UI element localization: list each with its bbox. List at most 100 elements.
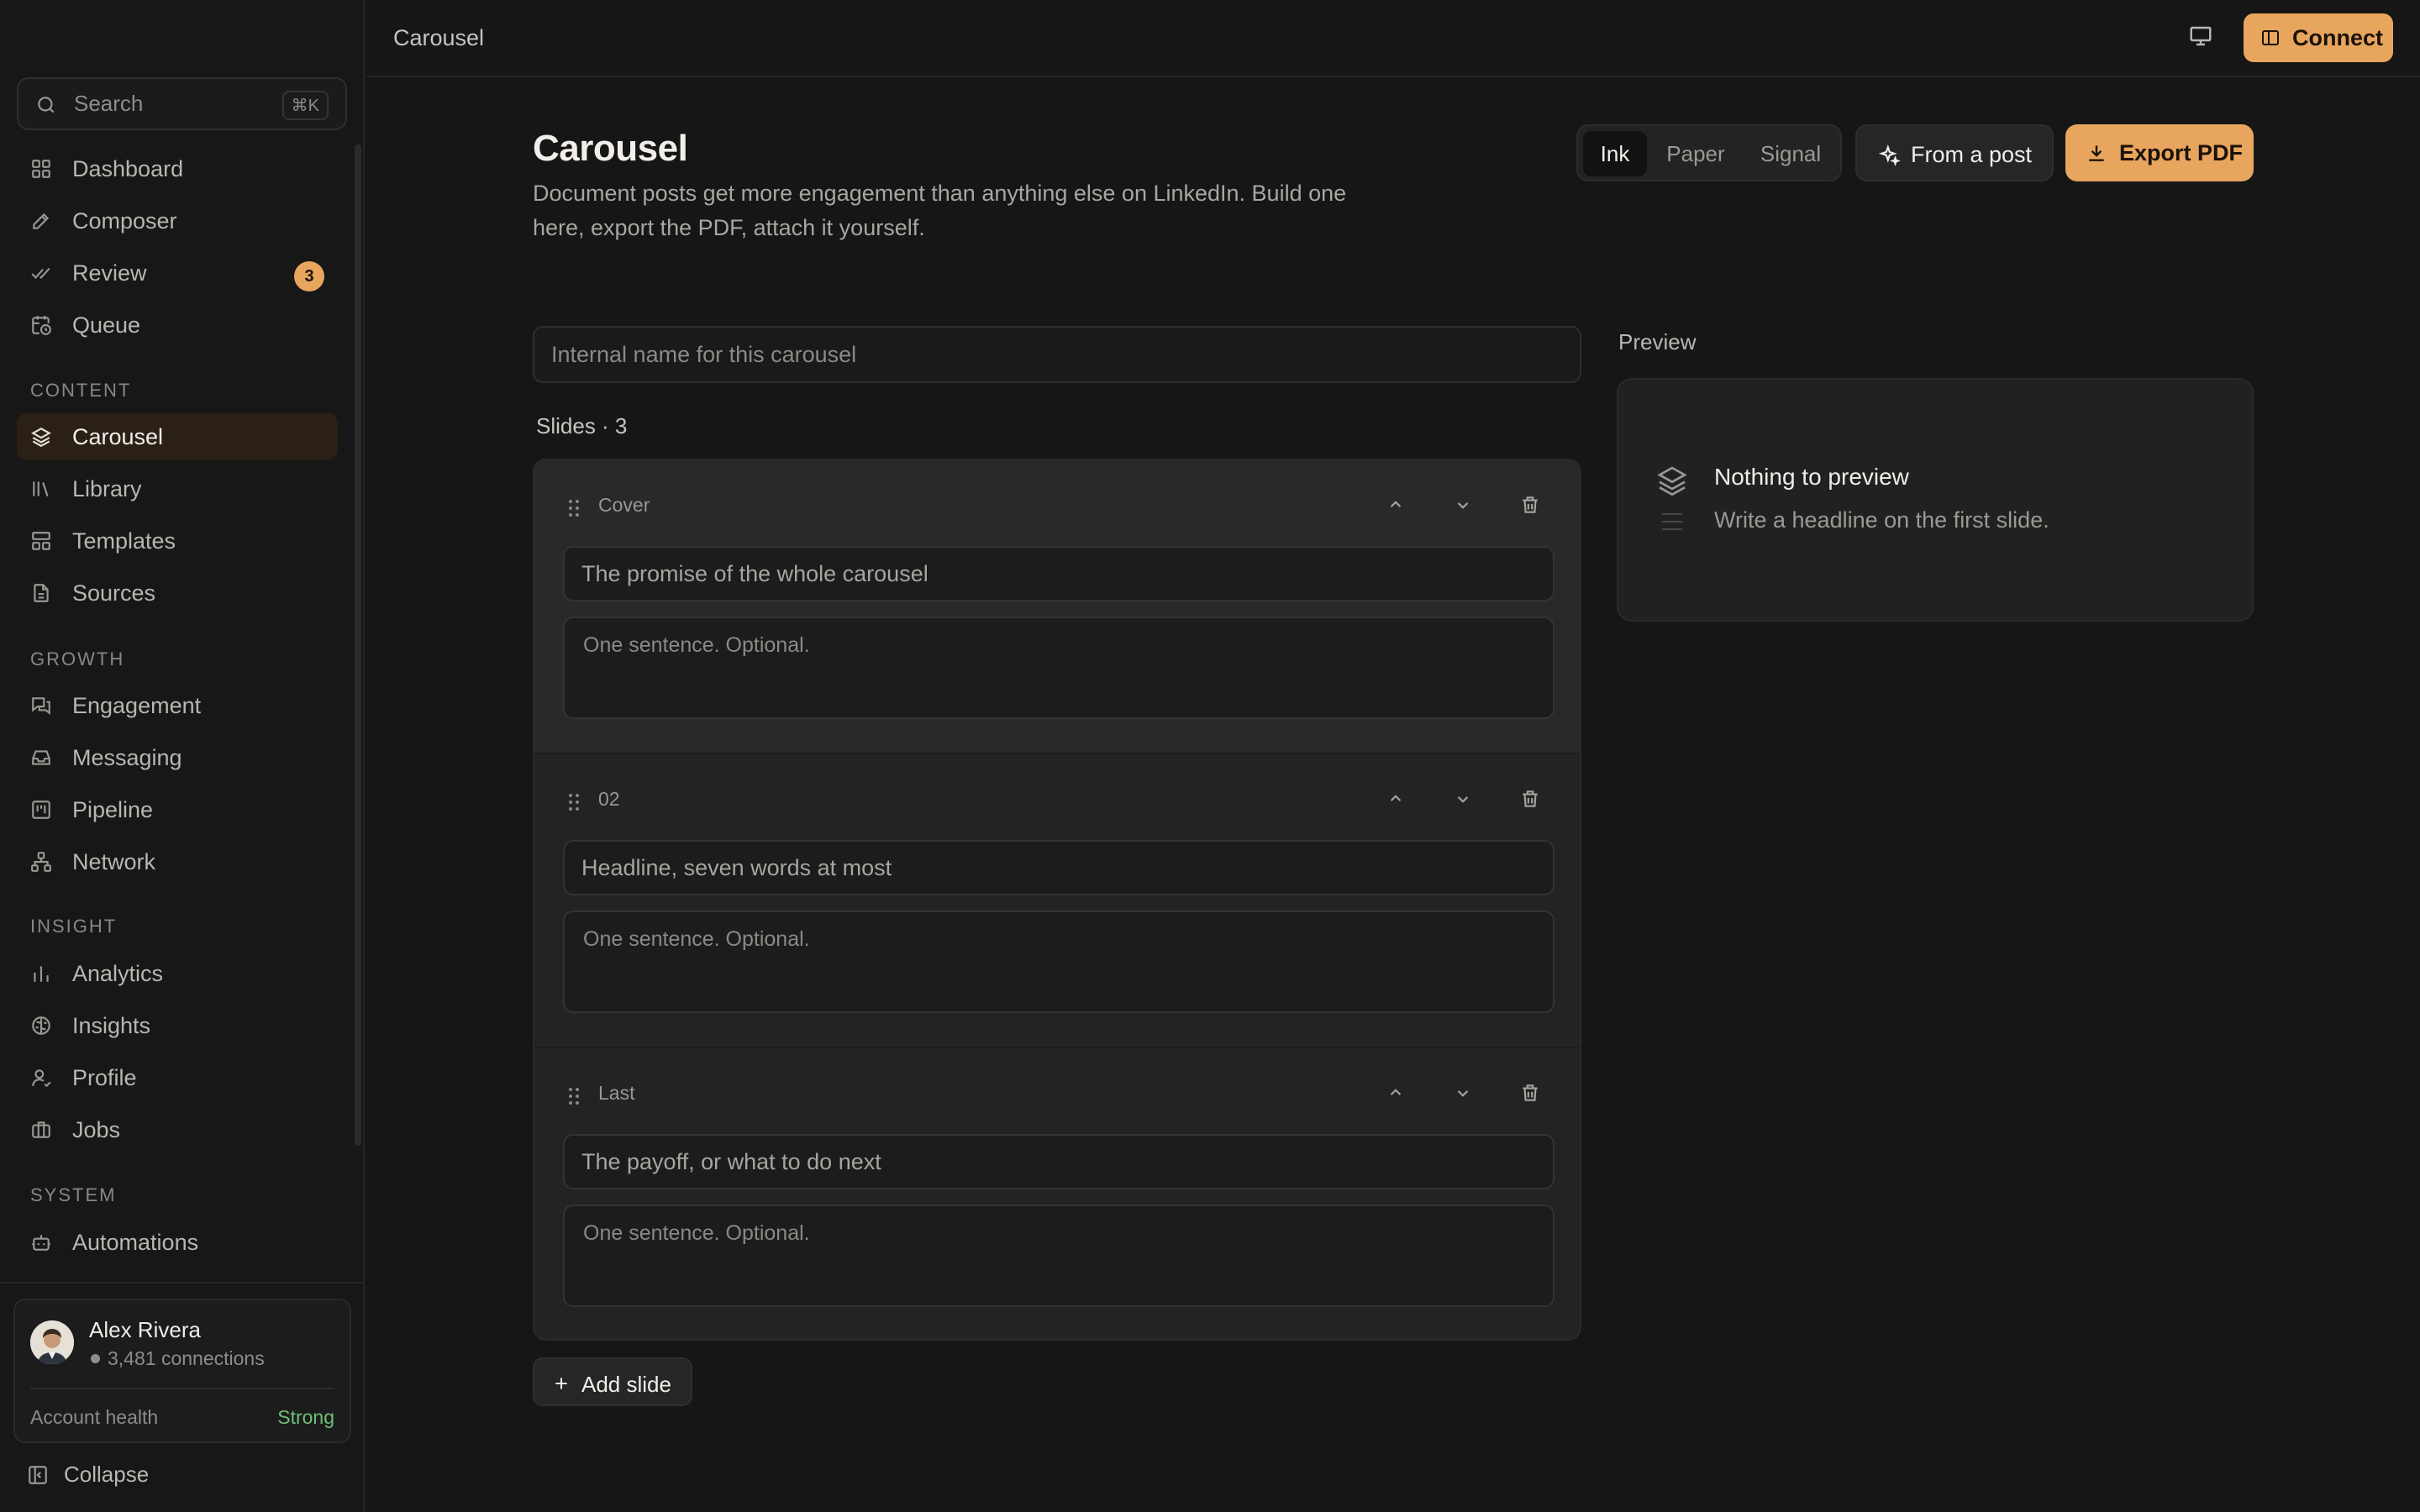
sparkles-icon — [1879, 144, 1901, 166]
trash-icon[interactable] — [1519, 788, 1544, 813]
text-lines-icon — [1660, 511, 1684, 533]
sidebar-item-sources[interactable]: Sources — [17, 570, 338, 617]
section-growth-title: GROWTH — [30, 648, 125, 669]
network-icon — [30, 851, 52, 873]
add-slide-button[interactable]: Add slide — [533, 1357, 692, 1406]
drag-handle-icon[interactable] — [568, 1087, 580, 1105]
sidebar-item-label: Library — [72, 475, 142, 501]
sidebar-item-review[interactable]: Review 3 — [17, 249, 338, 297]
inbox-icon — [30, 747, 52, 769]
review-count-badge: 3 — [294, 261, 324, 291]
sidebar-item-jobs[interactable]: Jobs — [17, 1106, 338, 1153]
sidebar-item-carousel[interactable]: Carousel — [17, 413, 338, 460]
sidebar-item-label: Sources — [72, 580, 156, 606]
search-box[interactable]: Search ⌘K — [17, 77, 347, 130]
sidebar-item-label: Pipeline — [72, 796, 154, 822]
theme-signal-tab[interactable]: Signal — [1744, 131, 1837, 176]
carousel-name-input[interactable] — [533, 326, 1581, 383]
trash-icon[interactable] — [1519, 494, 1544, 519]
chevron-down-icon[interactable] — [1452, 788, 1477, 813]
library-icon — [30, 478, 52, 500]
chevron-down-icon[interactable] — [1452, 494, 1477, 519]
preview-label: Preview — [1618, 329, 1697, 354]
sidebar-item-label: Automations — [72, 1229, 199, 1255]
sidebar-item-profile[interactable]: Profile — [17, 1054, 338, 1101]
account-health-label: Account health — [30, 1406, 159, 1428]
briefcase-icon — [30, 1119, 52, 1141]
connect-label: Connect — [2292, 24, 2383, 50]
preview-panel: Nothing to preview Write a headline on t… — [1617, 378, 2254, 622]
sidebar-item-label: Composer — [72, 207, 177, 234]
export-pdf-label: Export PDF — [2119, 140, 2244, 165]
plus-icon — [555, 1378, 567, 1389]
document-icon — [30, 582, 52, 604]
sidebar-item-composer[interactable]: Composer — [17, 197, 338, 244]
sidebar-item-analytics[interactable]: Analytics — [17, 950, 338, 997]
sidebar-item-label: Templates — [72, 528, 176, 554]
drag-handle-icon[interactable] — [568, 499, 580, 517]
slide-subline-input[interactable] — [563, 911, 1555, 1013]
sidebar-item-label: Review — [72, 260, 147, 286]
connect-button[interactable]: Connect — [2244, 13, 2393, 62]
preview-empty-subtitle: Write a headline on the first slide. — [1714, 507, 2049, 533]
slide-headline-input[interactable] — [563, 840, 1555, 895]
status-dot — [91, 1354, 100, 1363]
slide-card: 02 — [534, 753, 1580, 1045]
sidebar-item-label: Insights — [72, 1012, 151, 1038]
sidebar-item-templates[interactable]: Templates — [17, 517, 338, 564]
sidebar-item-engagement[interactable]: Engagement — [17, 682, 338, 729]
sidebar-item-label: Carousel — [72, 423, 164, 449]
sidebar-item-messaging[interactable]: Messaging — [17, 734, 338, 781]
sidebar-item-label: Analytics — [72, 960, 164, 986]
sidebar-collapse-icon — [27, 1464, 49, 1486]
sidebar-item-queue[interactable]: Queue — [17, 302, 338, 349]
from-a-post-button[interactable]: From a post — [1855, 124, 2054, 181]
pen-icon — [30, 210, 52, 232]
section-system-title: SYSTEM — [30, 1184, 117, 1205]
trash-icon[interactable] — [1519, 1082, 1544, 1107]
slide-card: Last — [534, 1047, 1580, 1339]
slide-subline-input[interactable] — [563, 1205, 1555, 1307]
export-pdf-button[interactable]: Export PDF — [2065, 124, 2254, 181]
theme-ink-tab[interactable]: Ink — [1583, 131, 1647, 176]
sidebar-item-insights[interactable]: Insights — [17, 1002, 338, 1049]
sidebar-divider — [0, 1282, 365, 1284]
section-content-title: CONTENT — [30, 380, 132, 401]
slide-card: Cover — [534, 460, 1580, 753]
sidebar-item-automations[interactable]: Automations — [17, 1219, 338, 1266]
collapse-button[interactable]: Collapse — [27, 1462, 149, 1488]
sidebar-item-label: Queue — [72, 312, 141, 338]
slide-tag: 02 — [598, 788, 620, 810]
layout-icon — [30, 530, 52, 552]
chevron-up-icon[interactable] — [1385, 788, 1410, 813]
preview-empty-title: Nothing to preview — [1714, 464, 1909, 490]
sidebar-item-library[interactable]: Library — [17, 465, 338, 512]
calendar-clock-icon — [30, 314, 52, 336]
monitor-icon[interactable] — [2188, 24, 2218, 54]
section-insight-title: INSIGHT — [30, 916, 118, 937]
topbar: Carousel Connect — [366, 0, 2420, 77]
chevron-up-icon[interactable] — [1385, 494, 1410, 519]
panel-icon — [2262, 30, 2279, 45]
sidebar-scrollbar[interactable] — [355, 144, 361, 1146]
sidebar-item-dashboard[interactable]: Dashboard — [17, 145, 338, 192]
download-icon — [2089, 145, 2104, 161]
account-health-value: Strong — [277, 1406, 334, 1428]
slide-headline-input[interactable] — [563, 1134, 1555, 1189]
chat-icon — [30, 695, 52, 717]
profile-connections: 3,481 connections — [108, 1347, 265, 1369]
chevron-up-icon[interactable] — [1385, 1082, 1410, 1107]
collapse-label: Collapse — [64, 1462, 150, 1487]
sidebar-item-pipeline[interactable]: Pipeline — [17, 786, 338, 833]
from-a-post-label: From a post — [1911, 142, 2033, 167]
profile-card[interactable]: Alex Rivera 3,481 connections Account he… — [13, 1299, 351, 1443]
slide-headline-input[interactable] — [563, 546, 1555, 601]
theme-paper-tab[interactable]: Paper — [1652, 131, 1739, 176]
slides-count-label: Slides · 3 — [536, 413, 628, 438]
slides-list: Cover 02 Last — [533, 459, 1581, 1341]
sidebar-item-network[interactable]: Network — [17, 838, 338, 885]
drag-handle-icon[interactable] — [568, 793, 580, 811]
chevron-down-icon[interactable] — [1452, 1082, 1477, 1107]
sidebar: Search ⌘K Dashboard Composer Review 3 Qu… — [0, 0, 365, 1512]
slide-subline-input[interactable] — [563, 617, 1555, 719]
